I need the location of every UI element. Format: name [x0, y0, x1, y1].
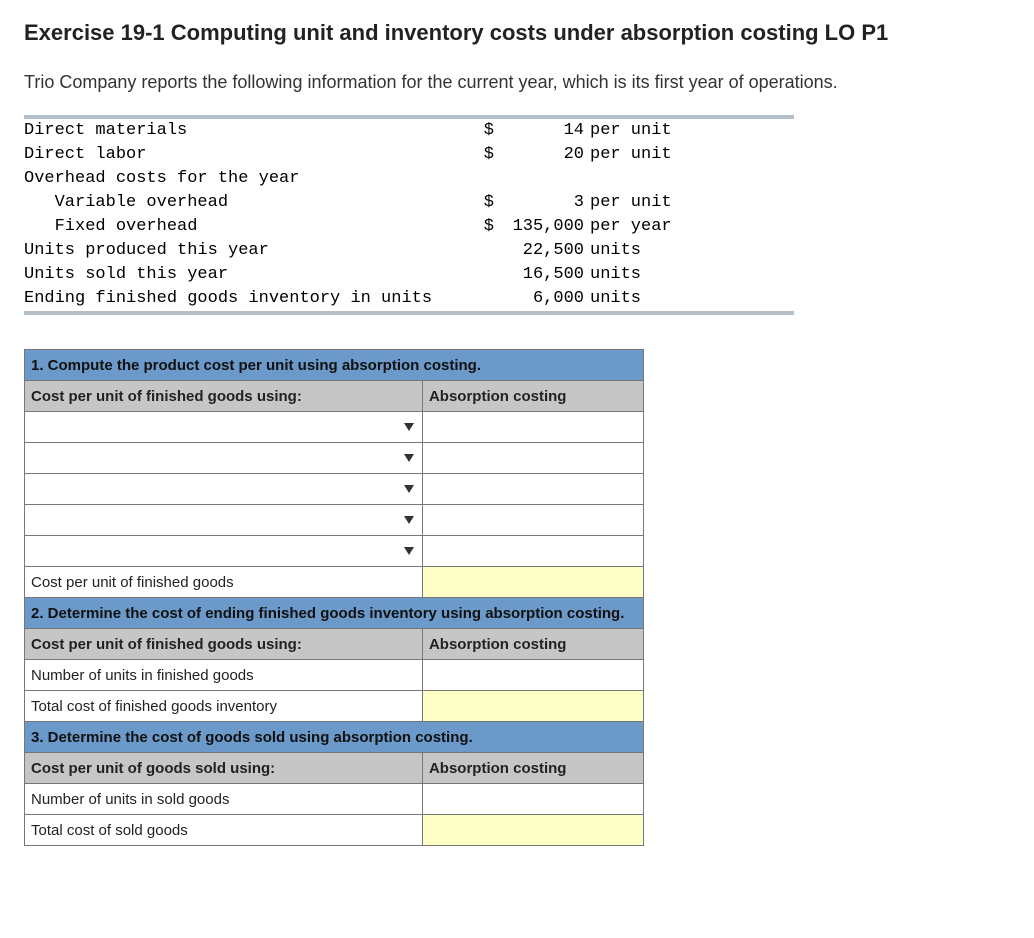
q2-header: 2. Determine the cost of ending finished… — [25, 598, 644, 629]
units-sold-label: Units sold this year — [24, 263, 464, 287]
q3-units-label: Number of units in sold goods — [25, 784, 423, 815]
q3-subhead-right: Absorption costing — [422, 753, 643, 784]
fixed-overhead-currency: $ — [464, 215, 494, 239]
units-sold-value: 16,500 — [494, 263, 584, 287]
q2-total-value — [422, 691, 643, 722]
direct-materials-unit: per unit — [584, 119, 672, 143]
ending-inventory-unit: units — [584, 287, 641, 311]
q3-subhead-left: Cost per unit of goods sold using: — [25, 753, 423, 784]
q1-cost-item-3-dropdown[interactable] — [25, 474, 423, 505]
variable-overhead-unit: per unit — [584, 191, 672, 215]
q3-header: 3. Determine the cost of goods sold usin… — [25, 722, 644, 753]
variable-overhead-value: 3 — [494, 191, 584, 215]
q2-subhead-left: Cost per unit of finished goods using: — [25, 629, 423, 660]
q1-subhead-left: Cost per unit of finished goods using: — [25, 381, 423, 412]
fixed-overhead-value: 135,000 — [494, 215, 584, 239]
page-title: Exercise 19-1 Computing unit and invento… — [24, 20, 1010, 46]
q1-cost-item-4-dropdown[interactable] — [25, 505, 423, 536]
direct-labor-label: Direct labor — [24, 143, 464, 167]
variable-overhead-label: Variable overhead — [24, 191, 464, 215]
q2-units-input[interactable] — [422, 660, 643, 691]
q1-cost-value-5-input[interactable] — [422, 536, 643, 567]
units-produced-unit: units — [584, 239, 641, 263]
units-produced-label: Units produced this year — [24, 239, 464, 263]
q2-subhead-right: Absorption costing — [422, 629, 643, 660]
q1-subhead-right: Absorption costing — [422, 381, 643, 412]
given-data-panel: Direct materials $ 14 per unit Direct la… — [24, 115, 794, 315]
q1-cost-item-1-dropdown[interactable] — [25, 412, 423, 443]
fixed-overhead-label: Fixed overhead — [24, 215, 464, 239]
q2-units-label: Number of units in finished goods — [25, 660, 423, 691]
q1-cost-value-3-input[interactable] — [422, 474, 643, 505]
q1-cost-item-5-dropdown[interactable] — [25, 536, 423, 567]
direct-materials-label: Direct materials — [24, 119, 464, 143]
intro-text: Trio Company reports the following infor… — [24, 72, 1010, 93]
variable-overhead-currency: $ — [464, 191, 494, 215]
q1-total-label: Cost per unit of finished goods — [25, 567, 423, 598]
q1-cost-value-4-input[interactable] — [422, 505, 643, 536]
direct-materials-value: 14 — [494, 119, 584, 143]
units-produced-value: 22,500 — [494, 239, 584, 263]
q2-total-label: Total cost of finished goods inventory — [25, 691, 423, 722]
q1-cost-item-2-dropdown[interactable] — [25, 443, 423, 474]
q1-cost-value-2-input[interactable] — [422, 443, 643, 474]
q1-total-value — [422, 567, 643, 598]
q3-total-value — [422, 815, 643, 846]
direct-labor-currency: $ — [464, 143, 494, 167]
direct-materials-currency: $ — [464, 119, 494, 143]
q3-total-label: Total cost of sold goods — [25, 815, 423, 846]
q1-cost-value-1-input[interactable] — [422, 412, 643, 443]
worksheet-table: 1. Compute the product cost per unit usi… — [24, 349, 644, 846]
ending-inventory-label: Ending finished goods inventory in units — [24, 287, 464, 311]
direct-labor-value: 20 — [494, 143, 584, 167]
units-sold-unit: units — [584, 263, 641, 287]
q1-header: 1. Compute the product cost per unit usi… — [25, 350, 644, 381]
q3-units-input[interactable] — [422, 784, 643, 815]
direct-labor-unit: per unit — [584, 143, 672, 167]
overhead-header: Overhead costs for the year — [24, 167, 464, 191]
fixed-overhead-unit: per year — [584, 215, 672, 239]
ending-inventory-value: 6,000 — [494, 287, 584, 311]
